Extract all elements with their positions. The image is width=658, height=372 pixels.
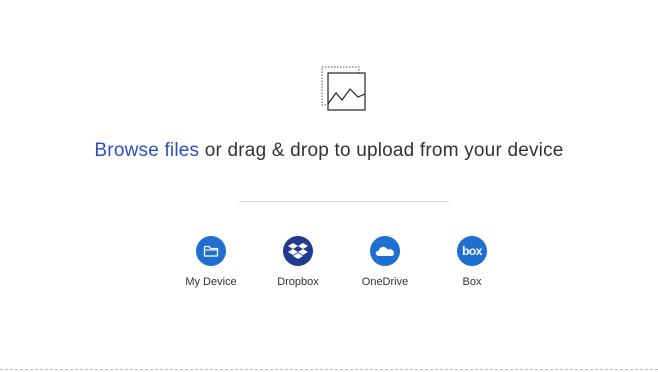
- source-onedrive[interactable]: OneDrive: [345, 236, 425, 288]
- onedrive-icon: [370, 236, 400, 266]
- divider: [239, 201, 449, 202]
- upload-dropzone[interactable]: Browse files or drag & drop to upload fr…: [0, 0, 658, 372]
- browse-files-link[interactable]: Browse files: [94, 140, 199, 161]
- source-label: OneDrive: [361, 276, 409, 288]
- source-label: Dropbox: [277, 276, 319, 288]
- source-label: Box: [462, 276, 482, 288]
- upload-sources: My Device Dropbox OneDrive box Box: [0, 236, 658, 296]
- source-box[interactable]: box Box: [432, 236, 512, 288]
- source-my-device[interactable]: My Device: [171, 236, 251, 288]
- folder-icon: [196, 236, 226, 266]
- dropzone-border: [0, 369, 658, 370]
- source-dropbox[interactable]: Dropbox: [258, 236, 338, 288]
- box-logo-text: box: [462, 244, 482, 258]
- upload-instructions: Browse files or drag & drop to upload fr…: [0, 140, 658, 162]
- source-label: My Device: [185, 276, 237, 288]
- box-icon: box: [457, 236, 487, 266]
- drag-drop-text: or drag & drop to upload from your devic…: [199, 140, 564, 161]
- dropbox-icon: [283, 236, 313, 266]
- image-upload-icon: [321, 66, 366, 111]
